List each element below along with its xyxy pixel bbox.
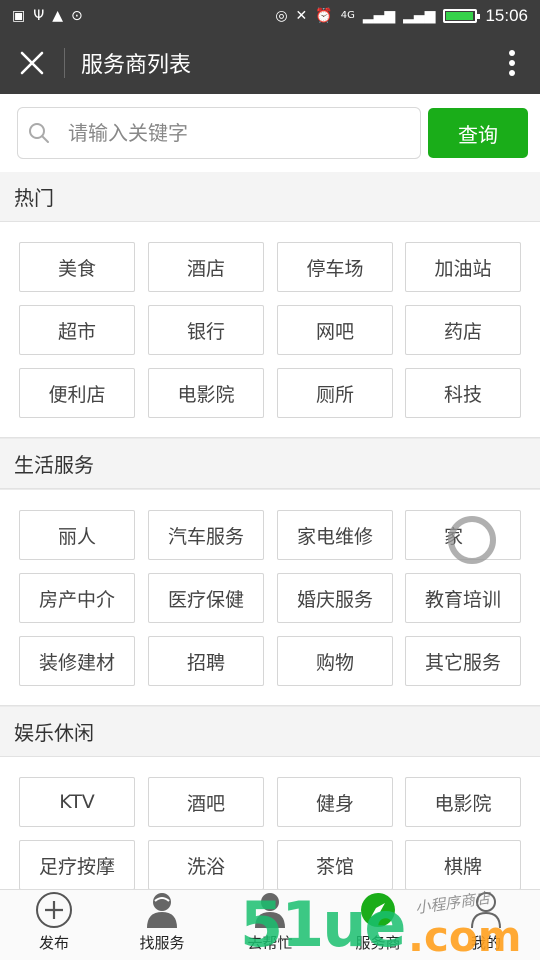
- section-body-entertainment: KTV 酒吧 健身 电影院 足疗按摩 洗浴 茶馆 棋牌: [0, 757, 540, 890]
- tag-tingchechang[interactable]: 停车场: [277, 242, 393, 292]
- tag-yaodian[interactable]: 药店: [405, 305, 521, 355]
- person-icon: [250, 890, 290, 930]
- close-icon: [20, 51, 44, 75]
- tab-help-label: 去帮忙: [247, 934, 293, 952]
- tag-zuliaoanmo[interactable]: 足疗按摩: [19, 840, 135, 890]
- tag-jianshen[interactable]: 健身: [277, 777, 393, 827]
- tag-keji[interactable]: 科技: [405, 368, 521, 418]
- tab-bar: 发布 找服务 去帮忙 服务商 我的: [0, 889, 540, 960]
- tag-meishi[interactable]: 美食: [19, 242, 135, 292]
- tag-jiuba[interactable]: 酒吧: [148, 777, 264, 827]
- more-button[interactable]: [484, 32, 540, 94]
- status-bar-right: ◎ ✕ ⏰ 4G ▂▄▆ ▂▄▆ 15:06: [275, 6, 528, 26]
- usb-icon: Ψ: [33, 8, 45, 24]
- alarm-icon: ⏰: [315, 8, 333, 24]
- person-icon: [142, 890, 182, 930]
- tag-ktv[interactable]: KTV: [19, 777, 135, 827]
- tag-liren[interactable]: 丽人: [19, 510, 135, 560]
- section-header-life: 生活服务: [0, 439, 540, 489]
- tab-publish[interactable]: 发布: [0, 890, 108, 960]
- image-icon: ▣: [12, 8, 26, 24]
- tag-dianyingyuan-2[interactable]: 电影院: [405, 777, 521, 827]
- tag-bianlidian[interactable]: 便利店: [19, 368, 135, 418]
- tag-cesuo[interactable]: 厕所: [277, 368, 393, 418]
- more-dots-icon: ⊙: [71, 8, 83, 24]
- section-header-entertainment: 娱乐休闲: [0, 707, 540, 757]
- tag-jiadianweixiu[interactable]: 家电维修: [277, 510, 393, 560]
- tab-mine-label: 我的: [470, 934, 501, 952]
- tag-qipai[interactable]: 棋牌: [405, 840, 521, 890]
- compass-icon: [358, 890, 398, 930]
- tag-jiaoyupeixun[interactable]: 教育培训: [405, 573, 521, 623]
- plus-circle-icon: [34, 890, 74, 930]
- search-bar: 查询: [0, 94, 540, 172]
- tag-xiyu[interactable]: 洗浴: [148, 840, 264, 890]
- tag-hunqingfuwu[interactable]: 婚庆服务: [277, 573, 393, 623]
- tab-help[interactable]: 去帮忙: [216, 890, 324, 960]
- search-icon: [29, 123, 49, 143]
- tag-zhuangxiujiancai[interactable]: 装修建材: [19, 636, 135, 686]
- tab-provider[interactable]: 服务商: [324, 890, 432, 960]
- tag-yiliaobaojian[interactable]: 医疗保健: [148, 573, 264, 623]
- tag-dianyingyuan[interactable]: 电影院: [148, 368, 264, 418]
- tag-chaguan[interactable]: 茶馆: [277, 840, 393, 890]
- section-header-hot: 热门: [0, 172, 540, 222]
- tag-jiayouzhan[interactable]: 加油站: [405, 242, 521, 292]
- search-button[interactable]: 查询: [428, 108, 528, 158]
- tag-jiudian[interactable]: 酒店: [148, 242, 264, 292]
- tab-publish-label: 发布: [38, 934, 69, 952]
- battery-level: [446, 12, 473, 20]
- search-box: [17, 107, 421, 159]
- person-icon: [466, 890, 506, 930]
- status-bar-left: ▣ Ψ ▲ ⊙: [12, 9, 83, 23]
- loading-spinner-icon: [448, 516, 496, 564]
- nfc-icon: ◎: [275, 8, 288, 24]
- tab-find-service-label: 找服务: [139, 934, 185, 952]
- tag-chaoshi[interactable]: 超市: [19, 305, 135, 355]
- wifi-signal-icon: ▂▄▆: [403, 8, 436, 24]
- mute-icon: ✕: [295, 8, 308, 24]
- tab-mine[interactable]: 我的: [432, 890, 540, 960]
- tag-wangba[interactable]: 网吧: [277, 305, 393, 355]
- section-body-hot: 美食 酒店 停车场 加油站 超市 银行 网吧 药店 便利店 电影院 厕所 科技: [0, 222, 540, 438]
- battery-icon: [443, 9, 481, 23]
- title-bar: 服务商列表: [0, 32, 540, 94]
- clock: 15:06: [485, 6, 528, 25]
- tag-qichefuwu[interactable]: 汽车服务: [148, 510, 264, 560]
- title-divider: [64, 48, 65, 78]
- tag-gouwu[interactable]: 购物: [277, 636, 393, 686]
- signal-4g-icon: 4G: [340, 10, 355, 21]
- tag-zhaopin[interactable]: 招聘: [148, 636, 264, 686]
- tag-yinhang[interactable]: 银行: [148, 305, 264, 355]
- page-title: 服务商列表: [81, 53, 192, 78]
- tag-fangchanzhongjie[interactable]: 房产中介: [19, 573, 135, 623]
- warning-icon: ▲: [52, 8, 64, 24]
- search-input[interactable]: [68, 121, 368, 145]
- signal-bars-icon: ▂▄▆: [362, 8, 396, 24]
- status-bar: ▣ Ψ ▲ ⊙ ◎ ✕ ⏰ 4G ▂▄▆ ▂▄▆ 15:06: [0, 0, 540, 32]
- close-button[interactable]: [0, 32, 64, 94]
- tab-find-service[interactable]: 找服务: [108, 890, 216, 960]
- tag-qitafuwu[interactable]: 其它服务: [405, 636, 521, 686]
- more-vertical-icon: [509, 50, 515, 76]
- tab-provider-label: 服务商: [355, 934, 401, 952]
